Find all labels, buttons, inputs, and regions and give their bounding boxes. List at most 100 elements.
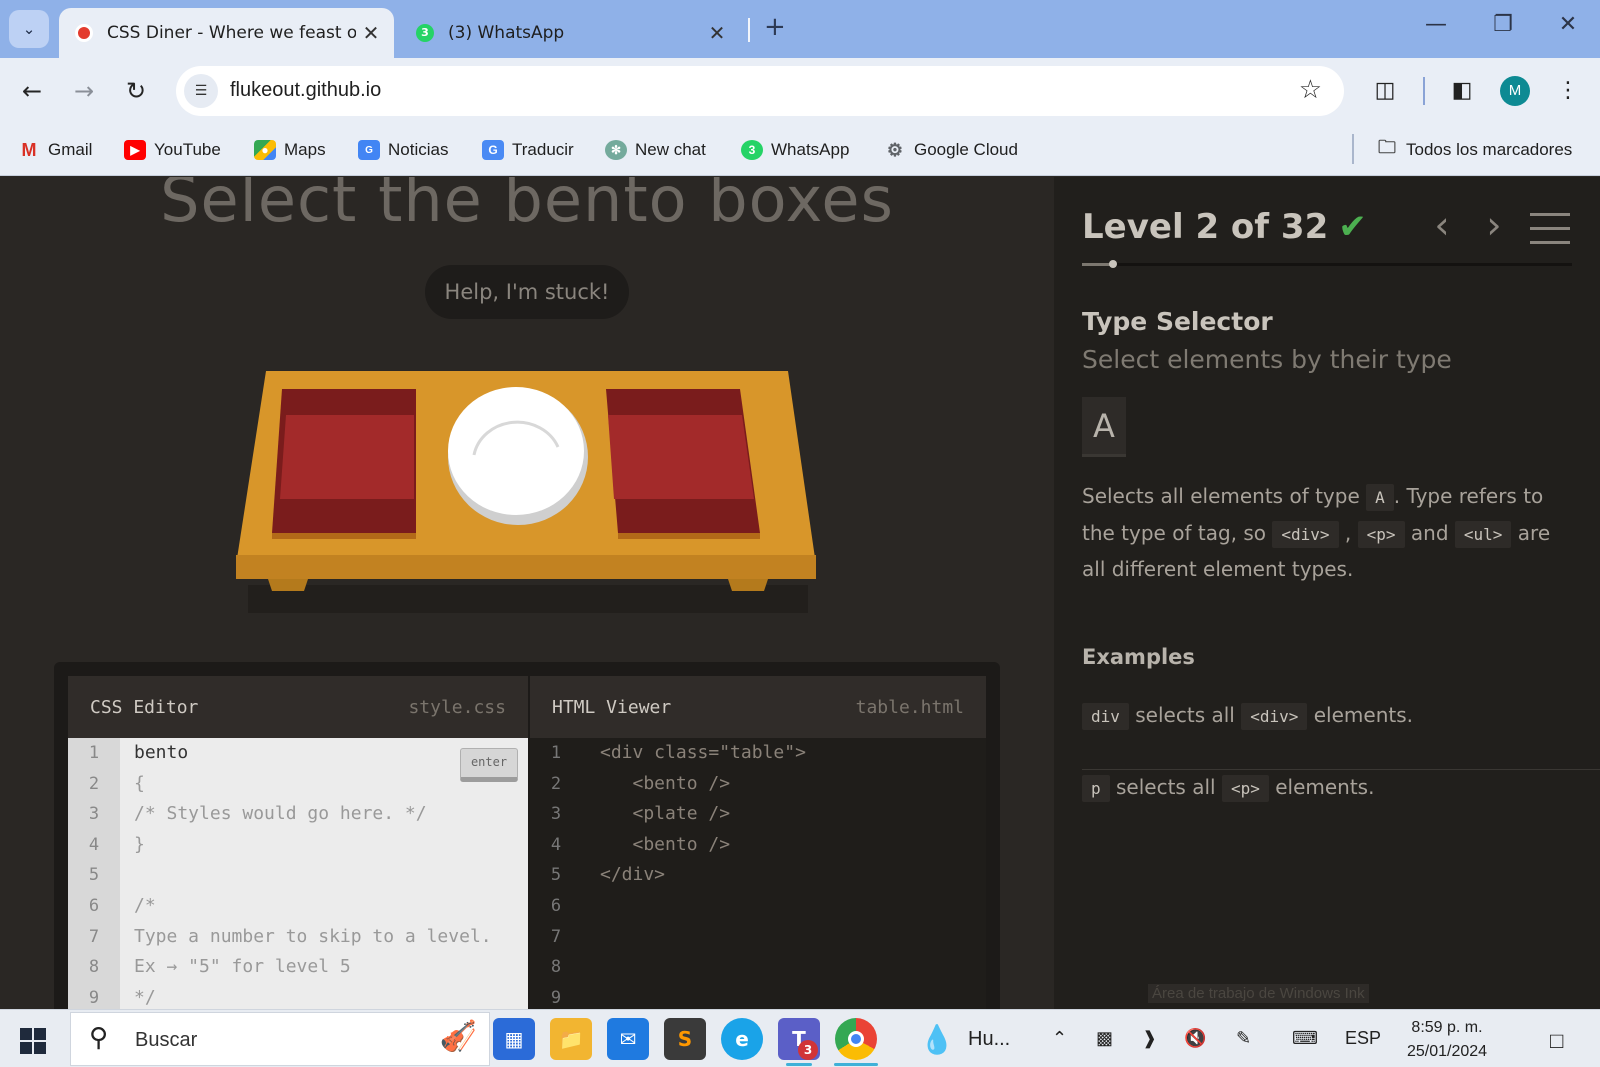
url-text[interactable]: flukeout.github.io <box>230 79 381 102</box>
volume-muted-icon[interactable]: 🔇 <box>1184 1028 1206 1049</box>
code-line: } <box>134 833 145 855</box>
system-clock[interactable]: 8:59 p. m. 25/01/2024 <box>1402 1016 1492 1064</box>
profile-avatar[interactable]: M <box>1500 76 1530 106</box>
reload-icon[interactable]: ↻ <box>116 72 156 110</box>
example-text: selects all <box>1116 775 1216 799</box>
html-code: <div class="table"> <bento /> <plate /> … <box>600 738 986 891</box>
css-editor-header: CSS Editor style.css <box>68 676 528 738</box>
bookmark-star-icon[interactable]: ☆ <box>1299 75 1322 105</box>
bookmark-youtube[interactable]: ▶ YouTube <box>124 135 221 165</box>
forward-arrow-icon[interactable]: → <box>64 72 104 110</box>
bookmark-google-cloud[interactable]: ⚙ Google Cloud <box>884 135 1018 165</box>
mail-icon[interactable]: ✉ <box>607 1018 649 1060</box>
level-label: Level 2 of 32 <box>1082 207 1329 247</box>
tab-title: CSS Diner - Where we feast on CSS <box>107 23 356 43</box>
example-suffix: elements. <box>1275 775 1375 799</box>
line-number: 1 <box>88 743 100 763</box>
hint-code: <ul> <box>1454 520 1512 548</box>
enter-button[interactable]: enter <box>460 748 518 782</box>
whatsapp-icon: 3 <box>741 140 763 160</box>
chrome-icon[interactable] <box>835 1018 877 1060</box>
code-line: /* <box>134 894 156 916</box>
level-progress-bar <box>1082 260 1572 268</box>
bookmarks-bar: M Gmail ▶ YouTube ● Maps G Noticias G Tr… <box>0 124 1600 176</box>
show-hidden-icons-icon[interactable]: ⌃ <box>1052 1028 1067 1049</box>
next-level-icon[interactable]: › <box>1474 203 1514 247</box>
bookmark-new-chat[interactable]: ✻ New chat <box>605 135 706 165</box>
new-tab-icon[interactable]: + <box>764 12 786 42</box>
all-bookmarks-button[interactable]: 🗀 Todos los marcadores <box>1376 135 1572 165</box>
previous-level-icon[interactable]: ‹ <box>1422 203 1462 247</box>
toolbar-divider <box>1423 77 1425 105</box>
tab-search-button[interactable]: ⌄ <box>9 10 49 48</box>
bento-box-left[interactable] <box>272 389 416 539</box>
html-viewer: HTML Viewer table.html 1 2 3 4 5 6 7 8 9… <box>530 676 986 1009</box>
close-tab-icon[interactable]: ✕ <box>356 21 386 45</box>
table-leg-right <box>728 579 768 591</box>
side-panel-icon[interactable]: ◧ <box>1442 72 1482 110</box>
weather-drop-icon[interactable]: 💧 <box>916 1018 958 1060</box>
close-tab-icon[interactable]: ✕ <box>702 21 732 45</box>
help-button[interactable]: Help, I'm stuck! <box>425 265 629 319</box>
table-leg-left <box>268 579 308 591</box>
bookmark-gmail[interactable]: M Gmail <box>18 135 93 165</box>
example-item: div selects all <div> elements. <box>1082 703 1413 730</box>
weather-label[interactable]: Hu... <box>968 1028 1010 1051</box>
html-line-bento[interactable]: <bento /> <box>600 830 986 861</box>
google-cloud-icon: ⚙ <box>886 139 904 160</box>
touch-keyboard-icon[interactable]: ⌨ <box>1292 1028 1318 1049</box>
tab-whatsapp[interactable]: 3 (3) WhatsApp ✕ <box>400 8 740 58</box>
code-line: */ <box>134 986 156 1008</box>
sublime-text-icon[interactable]: S <box>664 1018 706 1060</box>
edge-icon[interactable]: e <box>721 1018 763 1060</box>
hint-code: A <box>1366 484 1394 511</box>
bookmark-maps[interactable]: ● Maps <box>254 135 326 165</box>
html-viewer-header: HTML Viewer table.html <box>530 676 986 738</box>
language-indicator[interactable]: ESP <box>1345 1028 1381 1049</box>
line-number: 6 <box>550 895 562 916</box>
bookmark-noticias[interactable]: G Noticias <box>358 135 448 165</box>
site-info-icon[interactable]: ☰ <box>184 74 218 108</box>
kebab-menu-icon[interactable]: ⋮ <box>1548 72 1588 110</box>
html-line-bento[interactable]: <bento /> <box>600 769 986 800</box>
browser-toolbar: ← → ↻ ☰ flukeout.github.io ☆ ◫ ◧ M ⋮ <box>0 58 1600 124</box>
hint-text: , <box>1344 520 1352 545</box>
folder-icon: 🗀 <box>1378 137 1396 157</box>
windows-start-icon[interactable] <box>20 1028 46 1054</box>
selector-hint: Selects all elements of type A. Type ref… <box>1082 479 1572 587</box>
microsoft-store-icon[interactable]: ▦ <box>493 1018 535 1060</box>
extensions-puzzle-icon[interactable]: ◫ <box>1365 72 1405 110</box>
table-shadow <box>248 585 808 613</box>
gmail-icon: M <box>21 139 37 160</box>
bookmark-whatsapp[interactable]: 3 WhatsApp <box>741 135 849 165</box>
tab-css-diner[interactable]: CSS Diner - Where we feast on CSS ✕ <box>59 8 394 58</box>
wifi-icon[interactable]: ❱ <box>1142 1028 1157 1049</box>
css-diner-page: Select the bento boxes Help, I'm stuck! <box>0 177 1600 1009</box>
meet-now-icon[interactable]: ▩ <box>1096 1028 1113 1049</box>
teams-badge: 3 <box>798 1040 818 1060</box>
line-number: 5 <box>88 865 100 886</box>
line-number: 9 <box>88 987 100 1008</box>
css-editor-body[interactable]: 1 2 3 4 5 6 7 8 9 bento { /* Styles woul… <box>68 738 528 1009</box>
back-arrow-icon[interactable]: ← <box>12 72 52 110</box>
table-scene <box>236 371 816 613</box>
html-line-plate[interactable]: <plate /> <box>600 799 986 830</box>
taskbar-search[interactable]: ⚲ Buscar 🎻 <box>70 1012 490 1066</box>
window-close-icon[interactable]: ✕ <box>1548 12 1588 37</box>
bookmark-label: Google Cloud <box>914 140 1018 159</box>
pen-ink-icon[interactable]: ✎ <box>1236 1028 1251 1049</box>
restore-icon[interactable]: ❐ <box>1483 12 1523 37</box>
completed-check-icon: ✔ <box>1338 207 1367 247</box>
minimize-icon[interactable]: — <box>1416 12 1456 37</box>
file-explorer-icon[interactable]: 📁 <box>550 1018 592 1060</box>
level-menu-icon[interactable] <box>1530 213 1570 244</box>
line-number: 2 <box>550 773 562 794</box>
html-line-close: </div> <box>600 864 666 886</box>
line-number: 4 <box>550 834 562 855</box>
bento-box-right[interactable] <box>606 389 760 539</box>
html-line-table[interactable]: <div class="table"> <box>600 738 986 769</box>
address-bar[interactable]: ☰ flukeout.github.io ☆ <box>176 66 1344 116</box>
notifications-icon[interactable]: □ <box>1550 1028 1563 1054</box>
bookmark-traducir[interactable]: G Traducir <box>482 135 574 165</box>
